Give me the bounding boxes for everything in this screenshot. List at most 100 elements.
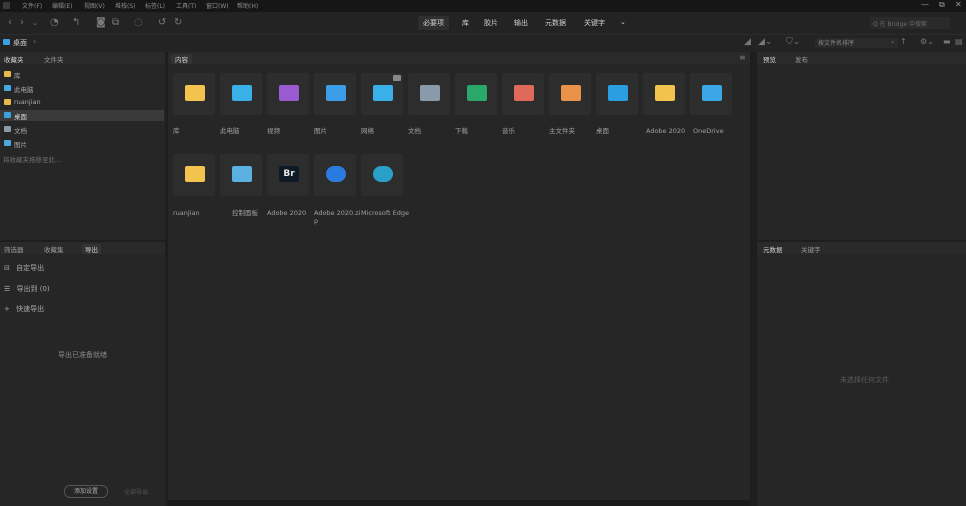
thumbnail-caption: 文档 bbox=[408, 127, 421, 135]
favorite-item-documents[interactable]: 文档 bbox=[0, 124, 164, 135]
thumbnail-videos[interactable] bbox=[267, 73, 309, 115]
favorite-item-library[interactable]: 库 bbox=[0, 69, 164, 80]
folder-icon bbox=[185, 85, 205, 101]
tab-publish[interactable]: 发布 bbox=[795, 54, 808, 64]
thumbnail-caption: 库 bbox=[173, 127, 180, 135]
menu-tools[interactable]: 工具(T) bbox=[176, 1, 196, 10]
menu-stack[interactable]: 堆栈(S) bbox=[115, 1, 136, 10]
export-row-custom[interactable]: ⊟ 自定导出 bbox=[4, 263, 44, 273]
thumbnail-caption: ruanjian bbox=[173, 209, 200, 217]
thumbnail-onedrive[interactable] bbox=[690, 73, 732, 115]
back-icon[interactable]: ‹ bbox=[8, 17, 12, 28]
thumbnail-pictures[interactable] bbox=[314, 73, 356, 115]
menu-help[interactable]: 帮助(H) bbox=[237, 1, 258, 10]
favorites-panel: 收藏夹 文件夹 库 此电脑 ruanjian 桌面 文档 图片 将收藏夹拖移至此… bbox=[0, 52, 165, 240]
camera-icon[interactable]: ◙ bbox=[96, 17, 106, 28]
recent-icon[interactable]: ◔ bbox=[50, 17, 59, 28]
edge-browser-icon bbox=[373, 166, 393, 182]
tab-keywords[interactable]: 关键字 bbox=[801, 244, 821, 254]
menu-label[interactable]: 标签(L) bbox=[145, 1, 165, 10]
tab-favorites[interactable]: 收藏夹 bbox=[4, 54, 24, 64]
workspace-tab-metadata[interactable]: 元数据 bbox=[545, 18, 566, 28]
thumbnail-caption: Adobe 2020 bbox=[646, 127, 686, 135]
workspace-tab-keywords[interactable]: 关键字 bbox=[584, 18, 605, 28]
sort-ascending-icon[interactable]: ↑ bbox=[900, 37, 907, 46]
search-input[interactable]: Q 在 Bridge 中搜索 bbox=[870, 17, 950, 29]
export-row-quick[interactable]: + 快速导出 bbox=[4, 304, 44, 314]
menu-file[interactable]: 文件(F) bbox=[22, 1, 42, 10]
new-folder-icon[interactable]: ▬ bbox=[943, 37, 951, 46]
maximize-icon[interactable]: ⧉ bbox=[939, 0, 945, 10]
favorite-item-pictures[interactable]: 图片 bbox=[0, 138, 164, 149]
tab-filter[interactable]: 筛选器 bbox=[4, 244, 24, 254]
badge-icon bbox=[393, 75, 401, 81]
breadcrumb-desktop[interactable]: 桌面 bbox=[13, 38, 27, 48]
thumbnail-home[interactable] bbox=[549, 73, 591, 115]
favorite-item-ruanjian[interactable]: ruanjian bbox=[0, 97, 164, 108]
rating-filter-icon[interactable]: ◢⌄ bbox=[758, 37, 772, 47]
export-tab-row: 筛选器 收藏集 导出 bbox=[0, 242, 165, 254]
export-row-label: 快速导出 bbox=[16, 305, 45, 313]
filter-icon[interactable]: ⛉⌄ bbox=[786, 37, 800, 47]
history-chevron-icon[interactable]: ⌄ bbox=[32, 19, 38, 27]
tab-collections[interactable]: 收藏集 bbox=[44, 244, 64, 254]
thumbnail-caption: 主文件夹 bbox=[549, 127, 575, 135]
quality-icon[interactable]: ◢ bbox=[744, 37, 751, 47]
bridge-app-icon: Br bbox=[279, 166, 299, 182]
workspace-more-icon[interactable]: ⌄ bbox=[620, 18, 626, 26]
menu-view[interactable]: 视图(V) bbox=[84, 1, 105, 10]
boomerang-icon[interactable]: ↰ bbox=[72, 17, 80, 28]
thumbnail-caption: Adobe 2020.zip bbox=[314, 209, 361, 225]
thumbnail-microsoft-edge[interactable] bbox=[361, 154, 403, 196]
rotate-left-icon[interactable]: ↺ bbox=[158, 17, 166, 28]
content-panel: 内容 ≡ 库 此电脑 视频 图片 网络 文档 下载 音乐 主文件夹 桌面 Ado… bbox=[168, 52, 750, 500]
thumbnail-caption: Adobe 2020 bbox=[267, 209, 307, 217]
thumbnail-music[interactable] bbox=[502, 73, 544, 115]
export-row-label: 导出到 (0) bbox=[16, 285, 50, 293]
menu-window[interactable]: 窗口(W) bbox=[206, 1, 229, 10]
add-settings-button[interactable]: 添加设置 bbox=[64, 485, 108, 498]
desktop-folder-icon bbox=[608, 85, 628, 101]
thumbnail-adobe-2020-zip[interactable] bbox=[314, 154, 356, 196]
workspace-tab-essentials[interactable]: 必要项 bbox=[418, 16, 449, 30]
export-all-button[interactable]: 全部导出 bbox=[124, 487, 148, 496]
thumbnail-ruanjian[interactable] bbox=[173, 154, 215, 196]
thumbnail-network[interactable] bbox=[361, 73, 403, 115]
thumbnail-caption: 图片 bbox=[314, 127, 327, 135]
thumbnail-documents[interactable] bbox=[408, 73, 450, 115]
network-icon bbox=[373, 85, 393, 101]
zip-file-icon bbox=[326, 166, 346, 182]
forward-icon[interactable]: › bbox=[20, 17, 24, 28]
export-empty-text: 导出已准备就绪 bbox=[58, 351, 107, 359]
thumbnail-adobe-2020-shortcut[interactable]: Br bbox=[267, 154, 309, 196]
export-row-export-to[interactable]: ☰ 导出到 (0) bbox=[4, 284, 50, 294]
delete-icon[interactable]: ▤ bbox=[955, 37, 963, 46]
favorite-item-desktop[interactable]: 桌面 bbox=[0, 110, 164, 121]
thumbnail-downloads[interactable] bbox=[455, 73, 497, 115]
open-recent-icon[interactable]: ◌ bbox=[134, 17, 143, 28]
thumbnail-desktop[interactable] bbox=[596, 73, 638, 115]
panel-menu-icon[interactable]: ≡ bbox=[739, 53, 746, 62]
search-placeholder: Q 在 Bridge 中搜索 bbox=[873, 21, 928, 28]
rotate-right-icon[interactable]: ↻ bbox=[174, 17, 182, 28]
sort-select[interactable]: 按文件名排序 ⌄ bbox=[815, 38, 898, 48]
thumbnail-adobe-2020[interactable] bbox=[643, 73, 685, 115]
tab-content[interactable]: 内容 bbox=[171, 54, 192, 64]
close-icon[interactable]: ✕ bbox=[955, 0, 962, 9]
view-options-icon[interactable]: ⚙⌄ bbox=[920, 37, 934, 46]
thumbnail-this-pc[interactable] bbox=[220, 73, 262, 115]
tab-preview[interactable]: 预览 bbox=[763, 54, 776, 64]
export-preset-icon: ⊟ bbox=[4, 264, 10, 272]
workspace-tab-filmstrip[interactable]: 胶片 bbox=[484, 18, 498, 28]
workspace-tab-output[interactable]: 输出 bbox=[514, 18, 528, 28]
minimize-icon[interactable]: — bbox=[921, 0, 929, 9]
favorite-item-this-pc[interactable]: 此电脑 bbox=[0, 83, 164, 94]
tab-folders[interactable]: 文件夹 bbox=[44, 54, 64, 64]
menu-edit[interactable]: 编辑(E) bbox=[52, 1, 72, 10]
tab-export[interactable]: 导出 bbox=[82, 244, 101, 254]
refine-icon[interactable]: ⧉ bbox=[112, 17, 119, 28]
thumbnail-control-panel[interactable] bbox=[220, 154, 262, 196]
tab-metadata[interactable]: 元数据 bbox=[763, 244, 783, 254]
workspace-tab-library[interactable]: 库 bbox=[462, 18, 469, 28]
thumbnail-library[interactable] bbox=[173, 73, 215, 115]
